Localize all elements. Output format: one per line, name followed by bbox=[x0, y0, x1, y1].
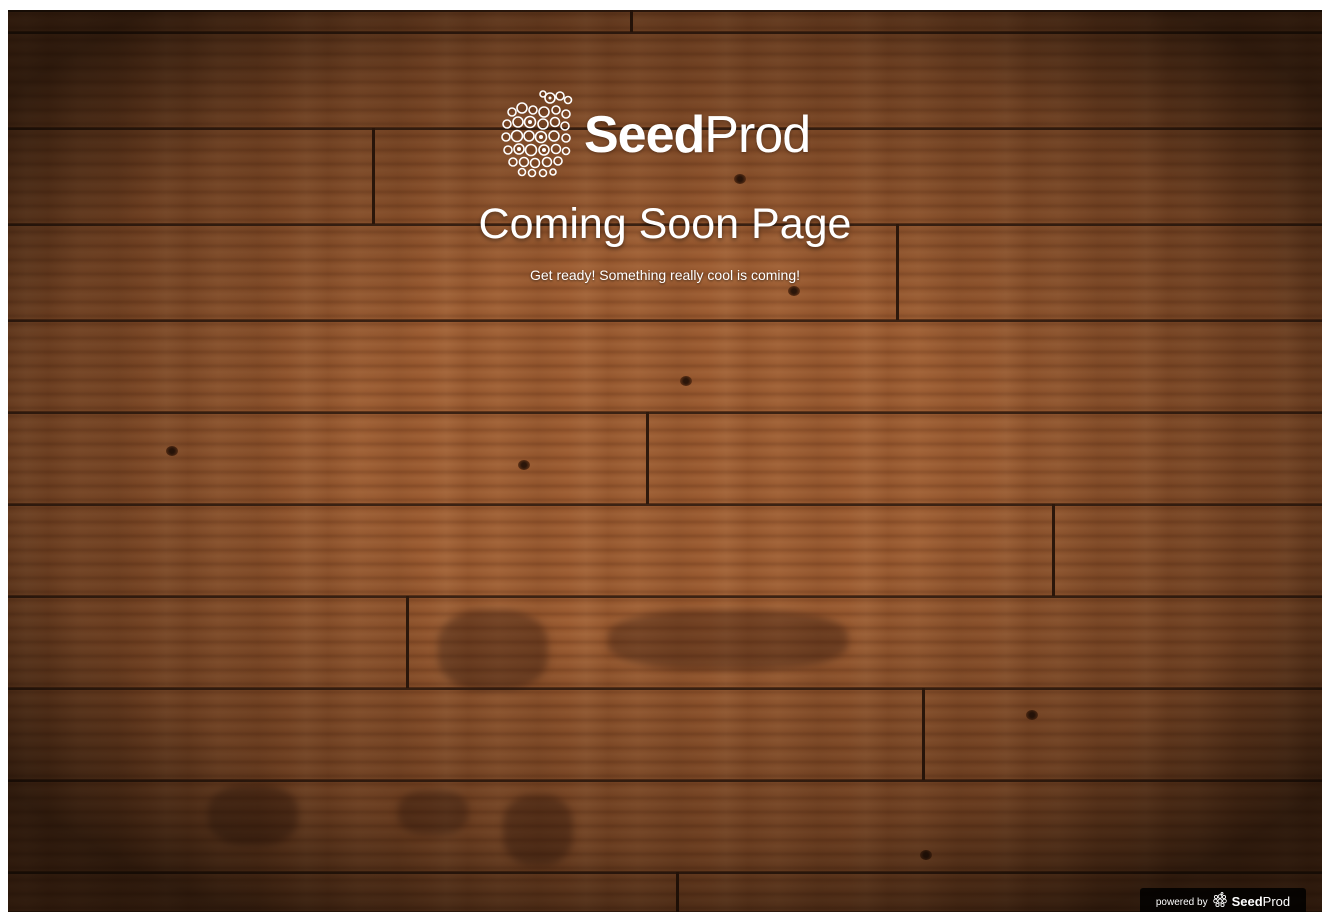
floor-stain bbox=[398, 790, 468, 835]
wood-knot bbox=[788, 286, 800, 296]
plank-seam bbox=[922, 688, 925, 780]
wood-plank bbox=[8, 872, 1322, 912]
wood-plank bbox=[8, 504, 1322, 596]
wood-knot bbox=[680, 376, 692, 386]
powered-by-brand-light: Prod bbox=[1262, 893, 1291, 909]
page-subheadline: Get ready! Something really cool is comi… bbox=[529, 267, 800, 283]
brand-name-light: Prod bbox=[704, 106, 811, 164]
wood-plank bbox=[8, 688, 1322, 780]
plank-seam bbox=[646, 412, 649, 504]
wood-plank bbox=[8, 780, 1322, 872]
wood-knot bbox=[920, 850, 932, 860]
seedprod-apple-icon bbox=[501, 90, 573, 178]
seedprod-logo: SeedProd bbox=[498, 88, 811, 178]
wood-knot bbox=[166, 446, 178, 456]
powered-by-brand-bold: Seed bbox=[1231, 893, 1263, 909]
seedprod-small-icon bbox=[1212, 892, 1227, 908]
wood-knot bbox=[518, 460, 530, 470]
powered-by-badge[interactable]: powered by SeedProd bbox=[1140, 888, 1306, 912]
brand-name-bold: Seed bbox=[584, 106, 705, 164]
wood-plank bbox=[8, 320, 1322, 412]
plank-seam bbox=[676, 872, 679, 912]
plank-seam bbox=[406, 596, 409, 688]
powered-by-brand: SeedProd bbox=[1232, 894, 1291, 909]
wood-knot bbox=[1026, 710, 1038, 720]
floor-stain bbox=[438, 610, 548, 690]
wood-plank bbox=[8, 412, 1322, 504]
powered-by-label: powered by bbox=[1155, 896, 1208, 908]
brand-name: SeedProd bbox=[584, 105, 811, 165]
floor-stain bbox=[503, 795, 573, 865]
floor-stain bbox=[208, 785, 298, 845]
floor-stain bbox=[608, 610, 848, 670]
wood-plank bbox=[8, 10, 1322, 32]
page-headline: Coming Soon Page bbox=[478, 200, 852, 248]
plank-seam bbox=[630, 10, 633, 32]
plank-seam bbox=[1052, 504, 1055, 596]
background-wood: SeedProd Coming Soon Page Get ready! Som… bbox=[8, 10, 1322, 912]
